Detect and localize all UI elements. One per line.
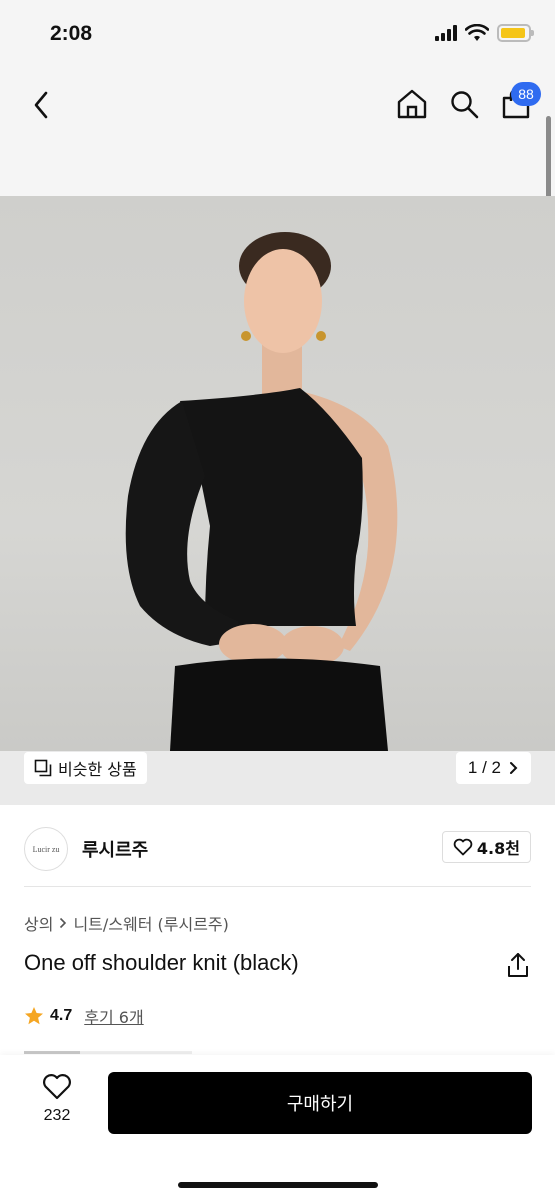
image-strip: 비슷한 상품 1 / 2 — [0, 751, 555, 805]
product-image[interactable] — [0, 196, 555, 751]
brand-like-count: 4.8천 — [476, 839, 520, 858]
heart-outline-icon — [453, 838, 473, 856]
cellular-signal-icon — [435, 25, 457, 41]
home-indicator — [178, 1182, 378, 1188]
cart-count-badge: 88 — [511, 82, 541, 106]
home-button[interactable] — [395, 84, 429, 124]
wishlist-button[interactable]: 232 — [28, 1073, 86, 1131]
chevron-right-icon — [510, 762, 518, 774]
nav-bar: 88 — [0, 66, 555, 196]
breadcrumb-subcategory[interactable]: 니트/스웨터 (루시르주) — [73, 911, 228, 935]
similar-products-button[interactable]: 비슷한 상품 — [24, 752, 147, 784]
image-pager-label: 1 / 2 — [467, 758, 501, 777]
brand-row[interactable]: Lucir zu 루시르주 4.8천 — [24, 825, 531, 873]
status-icons — [435, 24, 534, 42]
brand-logo: Lucir zu — [24, 827, 68, 871]
tab-active-indicator — [24, 1051, 80, 1054]
search-icon — [451, 91, 479, 119]
home-icon — [397, 89, 427, 119]
breadcrumb-category[interactable]: 상의 — [24, 911, 53, 935]
cart-button[interactable]: 88 — [499, 82, 541, 124]
chevron-left-icon — [34, 91, 48, 119]
reviews-link[interactable]: 후기 6개 — [84, 1004, 143, 1028]
rating-value: 4.7 — [50, 1007, 73, 1024]
search-button[interactable] — [447, 84, 481, 124]
wishlist-count: 232 — [43, 1107, 71, 1124]
divider — [24, 886, 531, 887]
share-button[interactable] — [505, 951, 531, 979]
heart-outline-icon — [43, 1074, 71, 1100]
image-pager-button[interactable]: 1 / 2 — [455, 752, 531, 784]
product-photo — [125, 232, 398, 751]
breadcrumb: 상의 니트/스웨터 (루시르주) — [24, 911, 229, 935]
share-icon — [508, 953, 528, 977]
status-time: 2:08 — [50, 22, 93, 45]
copy-icon — [34, 759, 52, 777]
star-icon — [25, 1007, 43, 1025]
status-bar: 2:08 — [0, 0, 555, 66]
buy-button[interactable]: 구매하기 — [108, 1072, 532, 1134]
battery-icon — [497, 24, 534, 42]
rating-row: 4.7 후기 6개 — [24, 1004, 144, 1028]
back-button[interactable] — [28, 88, 56, 122]
chevron-right-icon — [60, 917, 67, 929]
product-title: One off shoulder knit (black) — [24, 950, 299, 975]
wifi-icon — [465, 24, 489, 41]
brand-name: 루시르주 — [82, 840, 149, 861]
similar-products-label: 비슷한 상품 — [58, 760, 137, 779]
bottom-action-bar: 232 구매하기 — [0, 1055, 555, 1200]
brand-like-button[interactable]: 4.8천 — [441, 831, 531, 863]
